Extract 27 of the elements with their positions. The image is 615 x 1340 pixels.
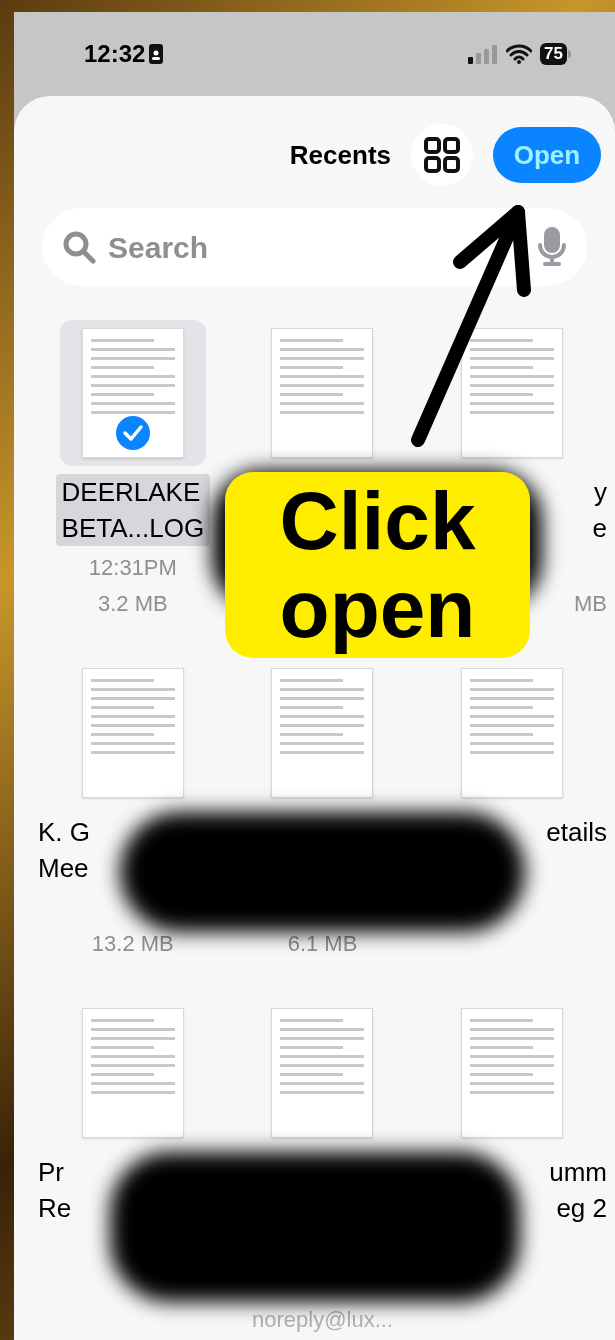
grid-icon — [424, 137, 460, 173]
file-size: MB — [573, 590, 607, 618]
search-field[interactable]: Search — [42, 208, 587, 286]
clock-time: 12:32 — [84, 39, 146, 69]
search-input[interactable]: Search — [108, 224, 525, 270]
id-card-icon — [149, 44, 164, 64]
microphone-icon[interactable] — [537, 227, 567, 267]
battery-level: 75 — [540, 43, 567, 65]
file-name: K. G Mee — [38, 816, 90, 885]
file-sender: noreply@lux... — [251, 1306, 394, 1334]
file-date: 12:31PM — [87, 554, 178, 582]
wifi-icon — [506, 44, 533, 64]
callout-box: Click open — [225, 472, 530, 658]
signal-icon — [468, 44, 499, 64]
checkmark-icon — [113, 414, 152, 452]
sheet-title: Recents — [289, 138, 391, 172]
file-name: etails — [546, 816, 607, 849]
file-size: 13.2 MB — [90, 930, 175, 958]
file-name: Pr Re — [38, 1156, 72, 1225]
file-size: 3.2 MB — [96, 590, 169, 618]
open-button[interactable]: Open — [493, 127, 601, 183]
search-icon — [62, 230, 96, 264]
file-name: DEERLAKE BETA...LOG — [55, 474, 211, 546]
file-name: y e — [592, 476, 607, 545]
file-name: umm eg 2 — [549, 1156, 607, 1225]
thumbnail-tile[interactable] — [59, 320, 206, 466]
file-size: 6.1 MB — [286, 930, 359, 958]
